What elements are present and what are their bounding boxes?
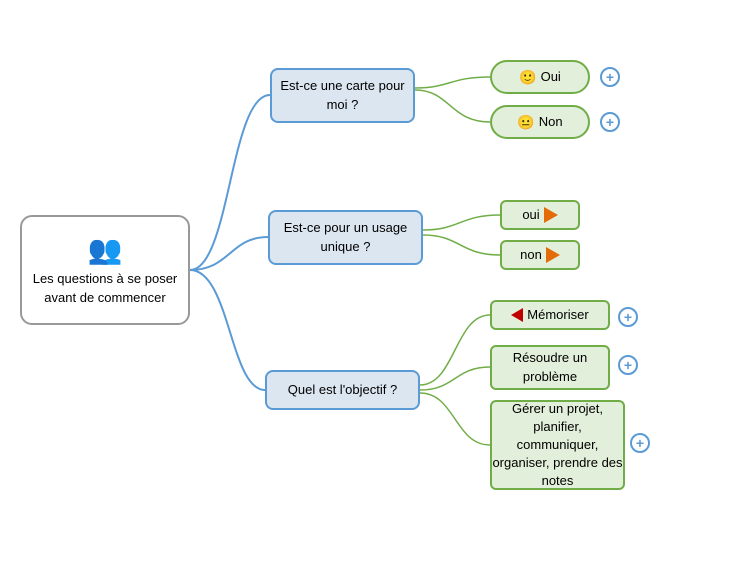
answer-non2-label: non [520, 246, 542, 264]
plus-oui-button[interactable]: + [600, 67, 620, 87]
answer-resoudre-label: Résoudre un problème [492, 349, 608, 385]
answer-non2-node: non [500, 240, 580, 270]
plus-non-button[interactable]: + [600, 112, 620, 132]
question-usage-label: Est-ce pour un usage unique ? [270, 219, 421, 255]
plus-gerer-button[interactable]: + [630, 433, 650, 453]
question-carte-node: Est-ce une carte pour moi ? [270, 68, 415, 123]
answer-oui2-label: oui [522, 206, 539, 224]
root-label: Les questions à se poser avant de commen… [22, 270, 188, 306]
answer-gerer-label: Gérer un projet, planifier, communiquer,… [492, 400, 623, 491]
memoriser-arrow-icon [511, 308, 523, 322]
plus-resoudre-button[interactable]: + [618, 355, 638, 375]
oui-emoji: 🙂 [519, 69, 536, 86]
answer-oui2-node: oui [500, 200, 580, 230]
non2-arrow-icon [546, 247, 560, 263]
non-emoji: 😐 [517, 114, 534, 131]
oui2-arrow-icon [544, 207, 558, 223]
plus-memoriser-button[interactable]: + [618, 307, 638, 327]
question-objectif-label: Quel est l'objectif ? [288, 381, 397, 399]
answer-oui-label: Oui [541, 68, 561, 86]
answer-non-node: 😐 Non [490, 105, 590, 139]
question-carte-label: Est-ce une carte pour moi ? [272, 77, 413, 113]
answer-memoriser-node: Mémoriser [490, 300, 610, 330]
question-usage-node: Est-ce pour un usage unique ? [268, 210, 423, 265]
answer-gerer-node: Gérer un projet, planifier, communiquer,… [490, 400, 625, 490]
answer-non-label: Non [539, 113, 563, 131]
question-objectif-node: Quel est l'objectif ? [265, 370, 420, 410]
root-avatar: 👥 [88, 233, 123, 266]
answer-resoudre-node: Résoudre un problème [490, 345, 610, 390]
answer-oui-node: 🙂 Oui [490, 60, 590, 94]
answer-memoriser-label: Mémoriser [527, 306, 588, 324]
root-node: 👥 Les questions à se poser avant de comm… [20, 215, 190, 325]
